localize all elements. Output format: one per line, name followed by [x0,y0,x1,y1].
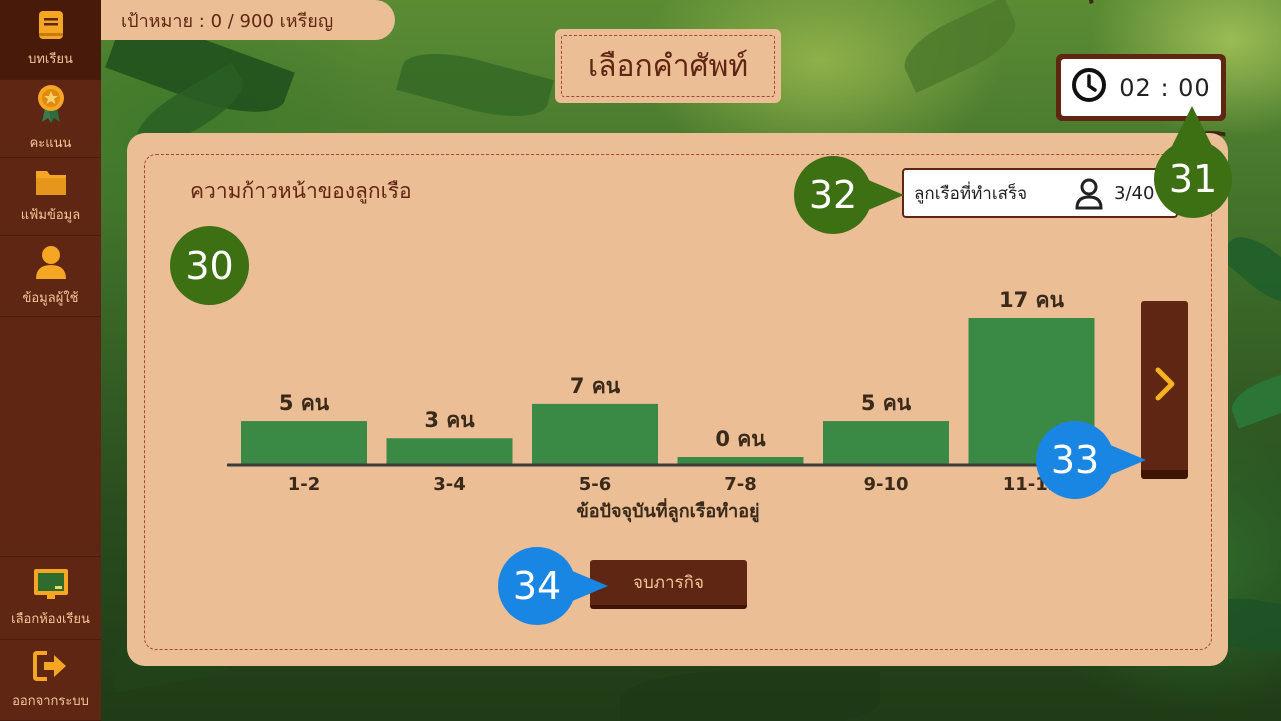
sidebar-item-label: เลือกห้องเรียน [11,611,90,627]
sidebar-item-label: ออกจากระบบ [12,693,89,709]
coin-goal-text: เป้าหมาย : 0 / 900 เหรียญ [121,10,334,32]
finish-mission-button[interactable]: จบภารกิจ [590,560,747,609]
clock-icon [1071,67,1107,109]
medal-icon [36,84,66,128]
sidebar-item-score[interactable]: คะแนน [0,80,101,158]
callout-32: 32 [794,156,904,234]
sidebar-item-label: คะแนน [29,136,72,151]
sidebar-item-profile[interactable]: ข้อมูลผู้ใช้ [0,236,101,317]
sidebar-item-label: ข้อมูลผู้ใช้ [22,290,79,306]
page-title-text: เลือกคำศัพท์ [587,48,749,84]
sidebar-item-select-classroom[interactable]: เลือกห้องเรียน [0,556,101,640]
user-icon [35,245,67,283]
callout-34: 34 [498,547,608,625]
page-title: เลือกคำศัพท์ [555,29,781,103]
sidebar-item-lessons[interactable]: บทเรียน [0,0,101,80]
callout-33: 33 [1036,421,1146,499]
next-page-button[interactable] [1141,301,1188,479]
callout-31: 31 [1154,106,1232,218]
callout-33-text: 33 [1050,438,1100,482]
timer-value: 02 : 00 [1119,73,1211,102]
sidebar-item-files[interactable]: แฟ้มข้อมูล [0,158,101,236]
folder-icon [35,168,67,200]
callout-32-text: 32 [808,173,858,217]
sidebar-item-logout[interactable]: ออกจากระบบ [0,640,101,721]
crew-completed-label: ลูกเรือที่ทำเสร็จ [914,183,1028,204]
sidebar: บทเรียน คะแนน แฟ้มข้อมูล ข้อมูลผู้ใช้ เล… [0,0,101,721]
coin-goal: เป้าหมาย : 0 / 900 เหรียญ [101,0,395,40]
classroom-board-icon [33,568,69,604]
book-icon [37,10,65,44]
crew-completed-box: ลูกเรือที่ทำเสร็จ 3/40 [902,168,1178,218]
callout-30: 30 [170,226,249,305]
sidebar-item-label: แฟ้มข้อมูล [20,208,81,223]
callout-31-text: 31 [1168,157,1218,201]
sidebar-item-label: บทเรียน [28,52,73,67]
chevron-right-icon [1153,366,1177,406]
callout-34-text: 34 [512,564,562,608]
crew-completed-value: 3/40 [1114,183,1155,204]
panel-title: ความก้าวหน้าของลูกเรือ [190,179,412,203]
logout-icon [32,650,69,686]
user-outline-icon [1074,178,1104,214]
